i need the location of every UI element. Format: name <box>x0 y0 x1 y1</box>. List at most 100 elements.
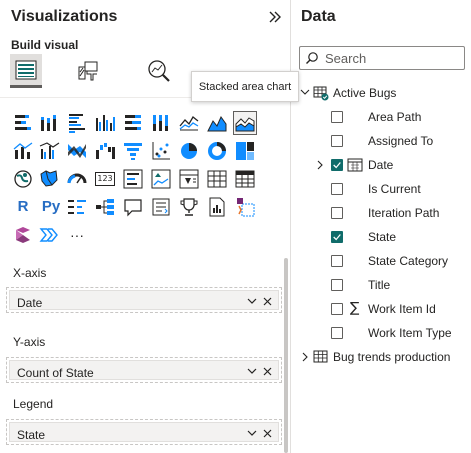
power-automate-icon[interactable] <box>12 224 34 246</box>
clustered-column-chart-icon[interactable] <box>94 112 116 134</box>
field-checkbox[interactable] <box>331 111 343 123</box>
table-icon <box>313 350 328 363</box>
pie-chart-icon[interactable] <box>178 140 200 162</box>
paginated-report-icon[interactable] <box>206 196 228 218</box>
field-row-state-category[interactable]: State Category <box>291 250 471 272</box>
more-visuals-icon[interactable]: ··· <box>66 224 88 246</box>
field-checkbox[interactable] <box>331 255 343 267</box>
r-script-visual[interactable]: R <box>12 196 34 218</box>
legend-field-pill[interactable]: State <box>9 422 279 442</box>
format-visual-tab[interactable] <box>74 54 106 88</box>
multi-row-card-icon[interactable] <box>122 168 144 190</box>
xaxis-field-pill[interactable]: Date <box>9 290 279 310</box>
calendar-icon <box>347 158 363 172</box>
visualizations-scrollbar[interactable] <box>284 258 288 453</box>
field-name: Is Current <box>368 182 421 196</box>
stacked-column-chart-icon[interactable] <box>38 112 60 134</box>
xaxis-well[interactable]: Date <box>6 287 282 313</box>
waterfall-chart-icon[interactable] <box>94 140 116 162</box>
qa-speech-icon[interactable] <box>122 196 144 218</box>
table-icon[interactable] <box>206 168 228 190</box>
sum-icon: ∑ <box>350 300 360 316</box>
field-row-work-item-type[interactable]: Work Item Type <box>291 322 471 344</box>
search-placeholder: Search <box>325 51 367 66</box>
card-icon[interactable]: 123 <box>94 168 116 190</box>
data-pane: Data Search Active Bugs Area Path Assign… <box>290 0 471 453</box>
line-clustered-column-chart-icon[interactable] <box>38 140 60 162</box>
ribbon-chart-icon[interactable] <box>66 140 88 162</box>
field-row-title[interactable]: Title <box>291 274 471 296</box>
chevron-down-icon[interactable] <box>246 365 258 377</box>
field-row-date[interactable]: Date <box>291 154 471 176</box>
decomposition-tree-icon[interactable] <box>94 196 116 218</box>
field-row-area-path[interactable]: Area Path <box>291 106 471 128</box>
build-visual-tab[interactable] <box>10 54 42 88</box>
power-apps-icon[interactable] <box>234 196 256 218</box>
remove-field-icon[interactable] <box>262 365 273 377</box>
field-checkbox[interactable] <box>331 279 343 291</box>
treemap-icon[interactable] <box>234 140 256 162</box>
field-name: Area Path <box>368 110 422 124</box>
100-stacked-bar-chart-icon[interactable] <box>122 112 144 134</box>
table-name: Active Bugs <box>333 86 397 100</box>
search-input[interactable]: Search <box>299 46 465 70</box>
field-checkbox-checked[interactable] <box>331 159 343 171</box>
field-row-assigned-to[interactable]: Assigned To <box>291 130 471 152</box>
stacked-area-chart-icon[interactable] <box>233 111 257 135</box>
kpi-icon[interactable] <box>150 168 172 190</box>
chevron-down-icon[interactable] <box>246 427 258 439</box>
remove-field-icon[interactable] <box>262 427 273 439</box>
field-checkbox[interactable] <box>331 183 343 195</box>
funnel-chart-icon[interactable] <box>122 140 144 162</box>
donut-chart-icon[interactable] <box>206 140 228 162</box>
chevron-down-icon[interactable] <box>300 86 310 98</box>
analytics-magnifier-icon <box>148 60 170 82</box>
yaxis-field-value: Count of State <box>17 366 94 380</box>
area-chart-icon[interactable] <box>206 112 228 134</box>
format-paintbrush-icon <box>78 61 98 81</box>
line-stacked-column-chart-icon[interactable] <box>12 140 34 162</box>
field-checkbox[interactable] <box>331 135 343 147</box>
slicer-icon[interactable] <box>178 168 200 190</box>
chevron-right-icon[interactable] <box>300 351 310 363</box>
scatter-chart-icon[interactable] <box>150 140 172 162</box>
field-row-iteration-path[interactable]: Iteration Path <box>291 202 471 224</box>
chevron-arrow-icon[interactable] <box>38 224 60 246</box>
chevron-down-icon[interactable] <box>246 295 258 307</box>
goals-trophy-icon[interactable] <box>178 196 200 218</box>
yaxis-field-pill[interactable]: Count of State <box>9 360 279 380</box>
matrix-icon[interactable] <box>234 168 256 190</box>
field-checkbox[interactable] <box>331 303 343 315</box>
line-chart-icon[interactable] <box>178 112 200 134</box>
smart-narrative-icon[interactable] <box>150 196 172 218</box>
field-checkbox[interactable] <box>331 327 343 339</box>
field-row-work-item-id[interactable]: ∑ Work Item Id <box>291 298 471 320</box>
key-influencers-icon[interactable] <box>66 196 88 218</box>
field-checkbox[interactable] <box>331 207 343 219</box>
stacked-bar-chart-icon[interactable] <box>12 112 34 134</box>
stacked-area-tooltip: Stacked area chart <box>191 71 299 102</box>
map-globe-icon[interactable] <box>12 168 34 190</box>
table-name: Bug trends production <box>333 350 451 364</box>
field-name: State <box>368 230 397 244</box>
visualizations-title: Visualizations <box>11 8 118 25</box>
gauge-icon[interactable] <box>66 168 88 190</box>
python-visual[interactable]: Py <box>38 196 64 218</box>
field-checkbox-checked[interactable] <box>331 231 343 243</box>
remove-field-icon[interactable] <box>262 295 273 307</box>
100-stacked-column-chart-icon[interactable] <box>150 112 172 134</box>
filled-map-icon[interactable] <box>38 168 60 190</box>
field-name: Iteration Path <box>368 206 440 220</box>
yaxis-well[interactable]: Count of State <box>6 357 282 383</box>
card-icon-label: 123 <box>95 172 115 186</box>
field-row-state[interactable]: State <box>291 226 471 248</box>
collapse-pane-icon[interactable] <box>266 8 284 26</box>
legend-well[interactable]: State <box>6 419 282 445</box>
table-row-bug-trends-production[interactable]: Bug trends production <box>291 346 471 368</box>
chevron-right-icon[interactable] <box>315 159 325 171</box>
table-row-active-bugs[interactable]: Active Bugs <box>291 82 471 104</box>
field-name: State Category <box>368 254 449 268</box>
field-row-is-current[interactable]: Is Current <box>291 178 471 200</box>
clustered-bar-chart-icon[interactable] <box>66 112 88 134</box>
analytics-tab[interactable] <box>142 54 174 88</box>
